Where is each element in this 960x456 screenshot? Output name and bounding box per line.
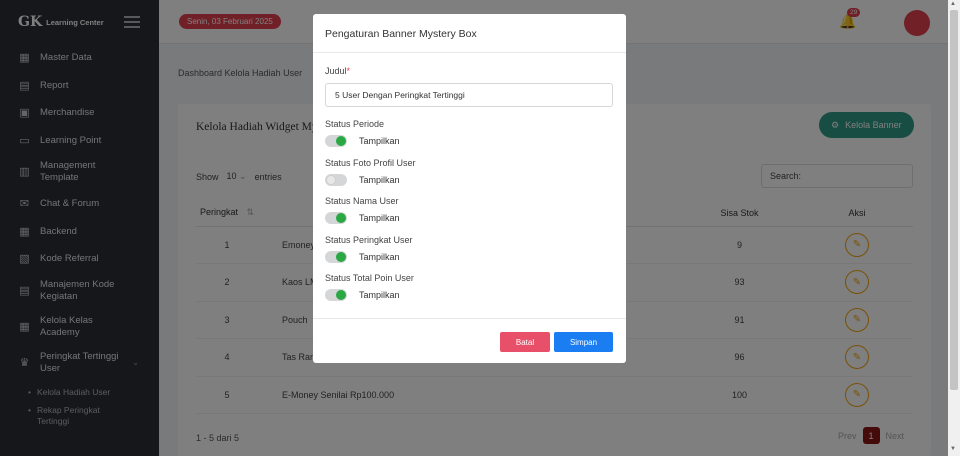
toggle-label: Tampilkan xyxy=(359,213,400,223)
scroll-up-icon[interactable]: ▲ xyxy=(950,1,956,7)
status-nama-user-toggle[interactable] xyxy=(325,212,347,224)
modal-footer: Batal Simpan xyxy=(313,318,626,363)
judul-label: Judul* xyxy=(325,66,614,76)
toggle-label: Tampilkan xyxy=(359,290,400,300)
status-label: Status Foto Profil User xyxy=(325,157,416,168)
judul-label-text: Judul xyxy=(325,66,347,76)
modal-body: Judul* Status Periode Tampilkan Status F… xyxy=(313,53,626,312)
toggle-label: Tampilkan xyxy=(359,136,400,146)
save-button[interactable]: Simpan xyxy=(554,332,613,352)
required-marker: * xyxy=(346,66,351,76)
scrollbar-thumb[interactable] xyxy=(950,10,958,390)
modal-title: Pengaturan Banner Mystery Box xyxy=(313,14,626,53)
status-label: Status Periode xyxy=(325,119,385,129)
status-foto-profil-toggle[interactable] xyxy=(325,173,347,186)
status-total-poin-group: Status Total Poin User Tampilkan xyxy=(325,273,614,312)
cancel-button[interactable]: Batal xyxy=(500,332,550,352)
toggle-label: Tampilkan xyxy=(359,251,400,262)
status-peringkat-user-group: Status Peringkat User Tampilkan xyxy=(325,235,614,274)
status-total-poin-toggle[interactable] xyxy=(325,289,347,301)
status-periode-group: Status Periode Tampilkan xyxy=(325,119,614,158)
status-periode-toggle[interactable] xyxy=(325,135,347,147)
status-label: Status Nama User xyxy=(325,196,399,206)
status-foto-profil-group: Status Foto Profil User Tampilkan xyxy=(325,158,614,197)
scroll-down-icon[interactable]: ▼ xyxy=(950,446,956,452)
status-nama-user-group: Status Nama User Tampilkan xyxy=(325,196,614,235)
banner-settings-modal: Pengaturan Banner Mystery Box Judul* Sta… xyxy=(313,14,626,363)
judul-input[interactable] xyxy=(325,83,613,107)
status-label: Status Peringkat User xyxy=(325,234,413,245)
page-scrollbar[interactable]: ▲ ▼ xyxy=(948,0,960,456)
toggle-label: Tampilkan xyxy=(359,174,400,185)
status-label: Status Total Poin User xyxy=(325,273,414,283)
status-peringkat-user-toggle[interactable] xyxy=(325,250,347,263)
